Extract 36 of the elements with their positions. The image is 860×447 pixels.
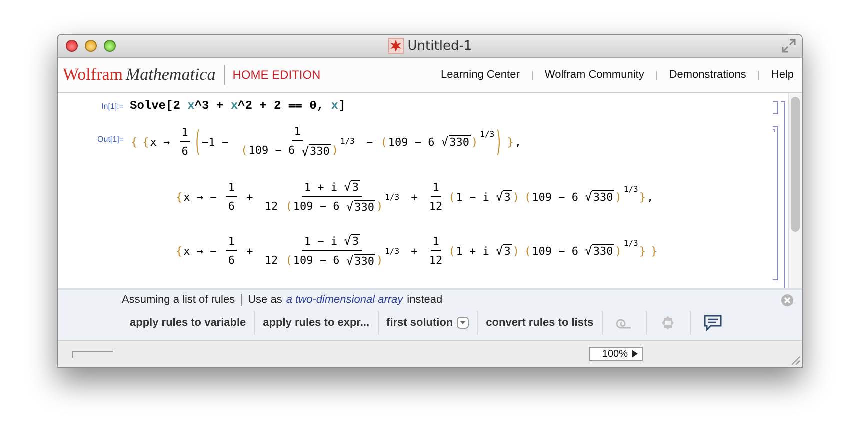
swirl-icon: [616, 317, 632, 329]
header-link[interactable]: Learning Center: [441, 69, 520, 81]
ruler-marks: [72, 350, 113, 358]
assumption-text: Assuming a list of rules: [122, 294, 236, 306]
wolfram-mathematica-logo: Wolfram Mathematica: [63, 65, 225, 85]
scrollbar-thumb[interactable]: [791, 97, 800, 232]
scrollbar[interactable]: [788, 93, 802, 288]
input-label: In[1]:=: [100, 102, 125, 111]
dropdown-icon: [457, 317, 470, 329]
suggestion-button[interactable]: apply rules to expr...: [255, 311, 379, 335]
output-label: Out[1]=: [96, 134, 125, 144]
window-title: Untitled-1: [408, 38, 472, 54]
fullscreen-icon[interactable]: [782, 39, 796, 53]
resize-grip[interactable]: [789, 354, 801, 366]
group-bracket[interactable]: [780, 101, 786, 288]
suggestion-button[interactable]: convert rules to lists: [478, 311, 603, 335]
cell-bracket[interactable]: [772, 101, 780, 115]
speech-bubble-icon: [704, 315, 722, 331]
suggestion-dropdown[interactable]: first solution: [378, 311, 478, 335]
zoom-menu[interactable]: 100%: [589, 347, 643, 361]
interpretation-link[interactable]: a two-dimensional array: [286, 294, 404, 306]
cell-bracket[interactable]: [772, 126, 780, 281]
gear-icon: [660, 315, 676, 331]
input-expression[interactable]: Solve[2 x^3 + x^2 + 2 ⩵ 0, x]: [130, 99, 346, 113]
zoom-button[interactable]: [104, 40, 116, 52]
header-link[interactable]: Demonstrations: [669, 69, 746, 81]
instead-text: instead: [407, 294, 443, 306]
edition-label: HOME EDITION: [232, 68, 321, 82]
arrow-icon: [632, 350, 638, 358]
suggestion-button[interactable]: apply rules to variable: [122, 311, 256, 335]
minimize-button[interactable]: [85, 40, 97, 52]
close-icon[interactable]: [781, 294, 794, 306]
header-link[interactable]: Wolfram Community: [544, 69, 644, 81]
header-link[interactable]: Help: [771, 69, 794, 81]
use-as-text: Use as: [248, 294, 282, 306]
close-button[interactable]: [66, 40, 78, 52]
